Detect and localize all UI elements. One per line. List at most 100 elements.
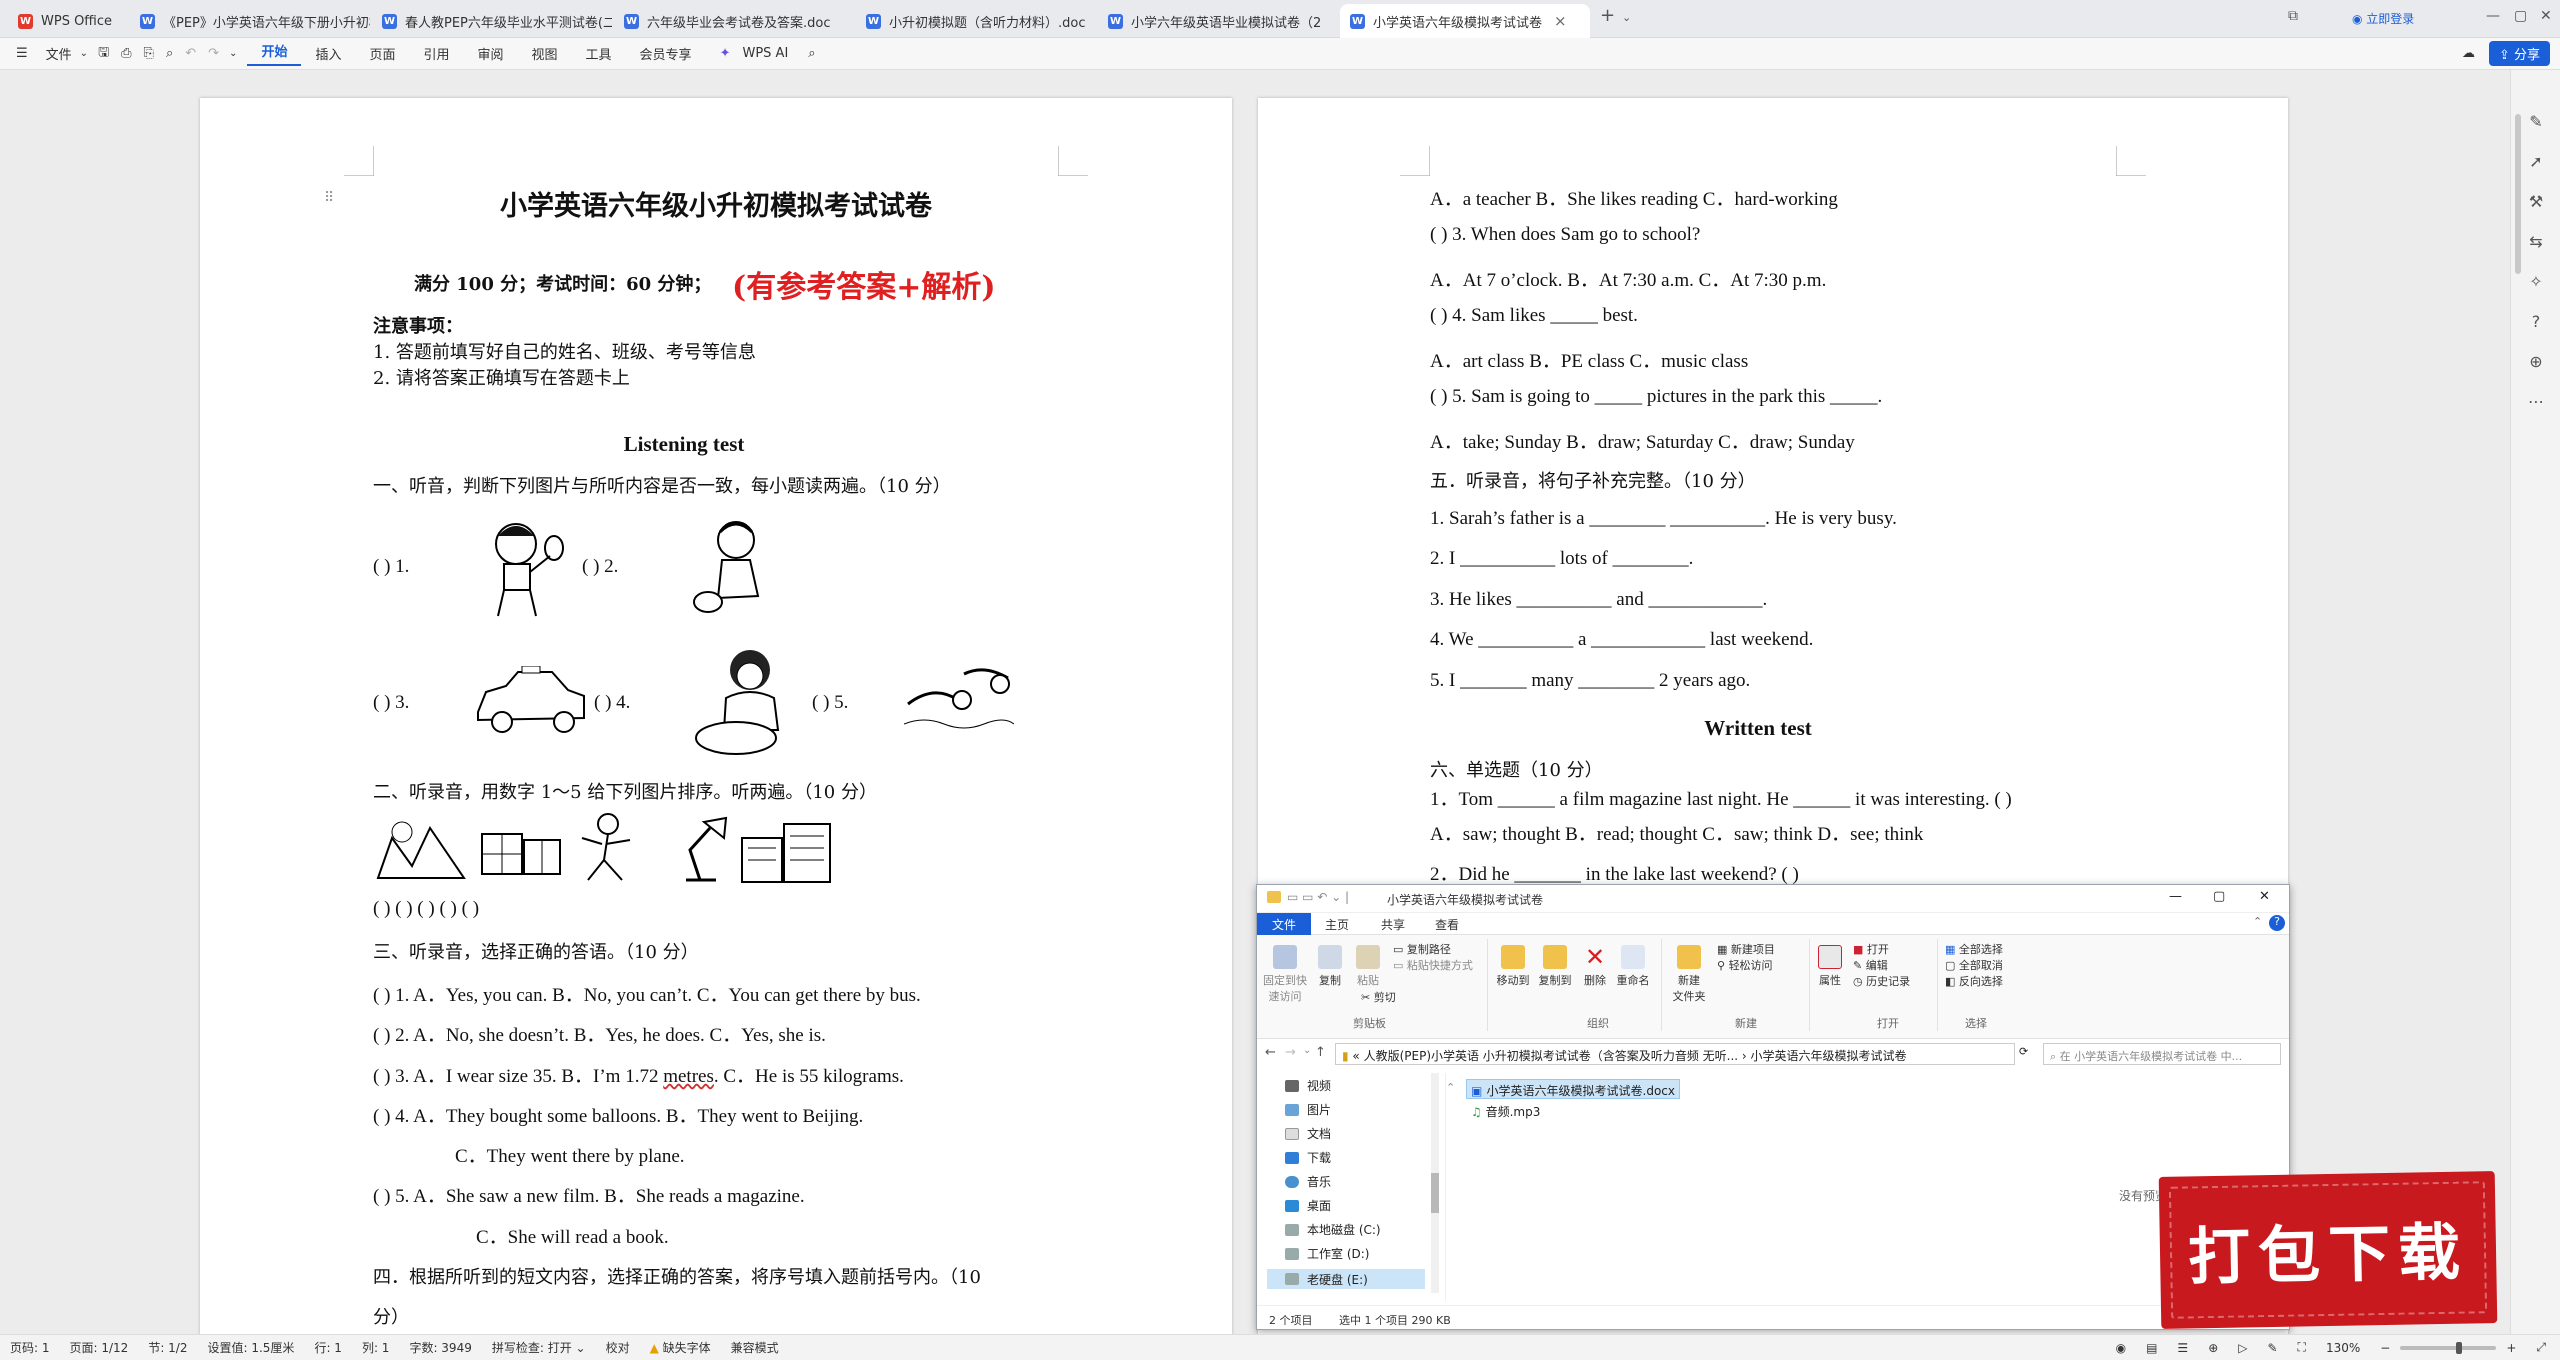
edit-button[interactable]: ✎ 编辑 <box>1853 957 1888 973</box>
nav-item-drive-c[interactable]: 本地磁盘 (C:) <box>1285 1221 1381 1238</box>
nav-item-downloads[interactable]: 下载 <box>1285 1149 1331 1166</box>
invert-selection-button[interactable]: ◧ 反向选择 <box>1945 973 2003 989</box>
recent-chevron-icon[interactable]: ⌄ <box>1303 1045 1311 1056</box>
tab-doc-5[interactable]: W 小学六年级英语毕业模拟试卷（2 <box>1098 4 1338 38</box>
nav-scrollbar[interactable] <box>1431 1073 1439 1293</box>
print-preview-icon[interactable]: ⌕ <box>160 46 179 61</box>
tab-doc-1[interactable]: W 《PEP》小学英语六年级下册小升初模 <box>130 4 370 38</box>
history-button[interactable]: ◷ 历史记录 <box>1853 973 1910 989</box>
file-item-mp3[interactable]: ♫ 音频.mp3 <box>1466 1101 1545 1121</box>
zoom-level[interactable]: 130% <box>2316 1341 2370 1355</box>
outline-view-icon[interactable]: ☰ <box>2167 1341 2198 1355</box>
select-all-button[interactable]: ▦ 全部选择 <box>1945 941 2003 957</box>
more-icon[interactable]: ⋯ <box>2526 392 2546 412</box>
copy-path-button[interactable]: ▭ 复制路径 <box>1393 941 1451 957</box>
status-section[interactable]: 节: 1/2 <box>138 1339 197 1356</box>
nav-scrollbar-thumb[interactable] <box>1431 1173 1439 1213</box>
eye-protection-icon[interactable]: ◉ <box>2106 1341 2136 1355</box>
window-layout-icon[interactable]: ⧉ <box>2288 8 2298 24</box>
tab-doc-3[interactable]: W 六年级毕业会考试卷及答案.doc <box>614 4 854 38</box>
tab-list-chevron-icon[interactable]: ⌄ <box>1622 11 1631 24</box>
copy-button[interactable]: 复制 <box>1315 945 1345 988</box>
ribbon-tab-tools[interactable]: 工具 <box>572 44 626 63</box>
write-view-icon[interactable]: ✎ <box>2257 1341 2287 1355</box>
back-arrow-icon[interactable]: ← <box>1265 1045 1276 1060</box>
zoom-slider-thumb[interactable] <box>2456 1341 2463 1354</box>
explorer-tab-view[interactable]: 查看 <box>1435 916 1459 933</box>
refresh-icon[interactable]: ⟳ <box>2019 1045 2028 1058</box>
zoom-in-icon[interactable]: + <box>2496 1341 2526 1355</box>
zoom-out-icon[interactable]: − <box>2370 1341 2400 1355</box>
status-page-number[interactable]: 页码: 1 <box>0 1339 60 1356</box>
close-icon[interactable]: × <box>1554 12 1567 30</box>
nav-item-drive-e[interactable]: 老硬盘 (E:) <box>1267 1269 1425 1289</box>
minimize-icon[interactable]: — <box>2486 8 2500 24</box>
paste-shortcut-button[interactable]: ▭ 粘贴快捷方式 <box>1393 957 1473 973</box>
fit-page-icon[interactable]: ⛶ <box>2288 1340 2316 1355</box>
copy-to-button[interactable]: 复制到 <box>1537 945 1573 988</box>
chevron-up-icon[interactable]: ⌃ <box>2253 915 2262 928</box>
download-package-banner[interactable]: 打包下载 <box>2158 1171 2498 1329</box>
ribbon-tab-references[interactable]: 引用 <box>409 44 463 63</box>
rename-button[interactable]: 重命名 <box>1615 945 1651 988</box>
document-page-1[interactable]: ⠿ 小学英语六年级小升初模拟考试试卷 满分 100 分；考试时间：60 分钟； … <box>200 98 1232 1338</box>
page-view-icon[interactable]: ▤ <box>2136 1341 2167 1355</box>
share-button[interactable]: ⇪ 分享 <box>2488 41 2550 66</box>
status-spellcheck[interactable]: 拼写检查: 打开 ⌄ <box>482 1339 596 1356</box>
nav-item-pictures[interactable]: 图片 <box>1285 1101 1331 1118</box>
tab-doc-4[interactable]: W 小升初模拟题（含听力材料）.doc <box>856 4 1096 38</box>
ribbon-tab-page[interactable]: 页面 <box>355 44 409 63</box>
explorer-tab-file[interactable]: 文件 <box>1257 913 1311 935</box>
tab-doc-2[interactable]: W 春人教PEP六年级毕业水平测试卷(二) <box>372 4 612 38</box>
status-word-count[interactable]: 字数: 3949 <box>399 1339 481 1356</box>
paste-button[interactable]: 粘贴 <box>1353 945 1383 988</box>
forward-arrow-icon[interactable]: → <box>1285 1045 1296 1060</box>
search-box[interactable]: ⌕ 在 小学英语六年级模拟考试试卷 中... <box>2043 1043 2281 1065</box>
reading-view-icon[interactable]: ▷ <box>2228 1341 2257 1355</box>
quick-access-icons[interactable]: ▭ ▭ ↶ ⌄ | <box>1287 890 1349 904</box>
tab-doc-active[interactable]: W 小学英语六年级模拟考试试卷 × <box>1340 4 1590 38</box>
ribbon-tab-member[interactable]: 会员专享 <box>626 44 706 63</box>
file-explorer-window[interactable]: ▭ ▭ ↶ ⌄ | 小学英语六年级模拟考试试卷 — ▢ ✕ 文件 主页 共享 查… <box>1256 884 2290 1330</box>
nav-item-videos[interactable]: 视频 <box>1285 1077 1331 1094</box>
file-menu[interactable]: 文件 <box>42 44 76 63</box>
cloud-sync-icon[interactable]: ☁ <box>2448 46 2489 61</box>
move-to-button[interactable]: 移动到 <box>1495 945 1531 988</box>
close-window-icon[interactable]: ✕ <box>2259 889 2270 904</box>
magic-icon[interactable]: ✧ <box>2526 272 2546 292</box>
menu-icon[interactable]: ☰ <box>0 46 42 61</box>
ribbon-tab-home[interactable]: 开始 <box>247 41 302 66</box>
easy-access-button[interactable]: ⚲ 轻松访问 <box>1717 957 1773 973</box>
chevron-down-icon[interactable]: ⌄ <box>76 48 92 59</box>
wps-ai-button[interactable]: WPS AI <box>736 46 794 61</box>
help-icon[interactable]: ? <box>2526 312 2546 332</box>
print-icon[interactable]: ⎘ <box>138 46 160 61</box>
nav-item-desktop[interactable]: 桌面 <box>1285 1197 1331 1214</box>
pen-icon[interactable]: ✎ <box>2526 112 2546 132</box>
nav-item-documents[interactable]: 文档 <box>1285 1125 1331 1142</box>
zoom-slider[interactable] <box>2400 1341 2497 1354</box>
export-pdf-icon[interactable]: ⎙ <box>115 46 137 61</box>
ribbon-tab-view[interactable]: 视图 <box>518 44 572 63</box>
translate-icon[interactable]: ⇆ <box>2526 232 2546 252</box>
address-bar[interactable]: ▮ « 人教版(PEP)小学英语 小升初模拟考试试卷（含答案及听力音频 无听..… <box>1335 1043 2015 1065</box>
maximize-icon[interactable]: ▢ <box>2514 8 2527 24</box>
save-icon[interactable]: 🖫 <box>92 43 115 65</box>
new-item-button[interactable]: ▦ 新建项目 <box>1717 941 1775 957</box>
nav-item-drive-d[interactable]: 工作室 (D:) <box>1285 1245 1369 1262</box>
search-icon[interactable]: ⌕ <box>794 46 829 61</box>
status-proofread[interactable]: 校对 <box>596 1339 640 1356</box>
share-panel-icon[interactable]: ⊕ <box>2526 352 2546 372</box>
close-window-icon[interactable]: ✕ <box>2540 8 2552 24</box>
fullscreen-icon[interactable]: ⤢ <box>2526 1340 2560 1355</box>
explorer-titlebar[interactable]: ▭ ▭ ↶ ⌄ | 小学英语六年级模拟考试试卷 — ▢ ✕ <box>1257 885 2289 913</box>
redo-icon[interactable]: ↷ <box>202 46 225 61</box>
tab-wps-office[interactable]: W WPS Office <box>8 4 128 38</box>
minimize-icon[interactable]: — <box>2169 889 2182 904</box>
explorer-tab-home[interactable]: 主页 <box>1325 916 1349 933</box>
pin-quick-access-button[interactable]: 固定到快 速访问 <box>1263 945 1307 1004</box>
ribbon-tab-review[interactable]: 审阅 <box>464 44 518 63</box>
quick-access-chevron-icon[interactable]: ⌄ <box>225 48 247 59</box>
undo-icon[interactable]: ↶ <box>179 46 202 61</box>
delete-button[interactable]: ✕ 删除 <box>1581 945 1609 988</box>
